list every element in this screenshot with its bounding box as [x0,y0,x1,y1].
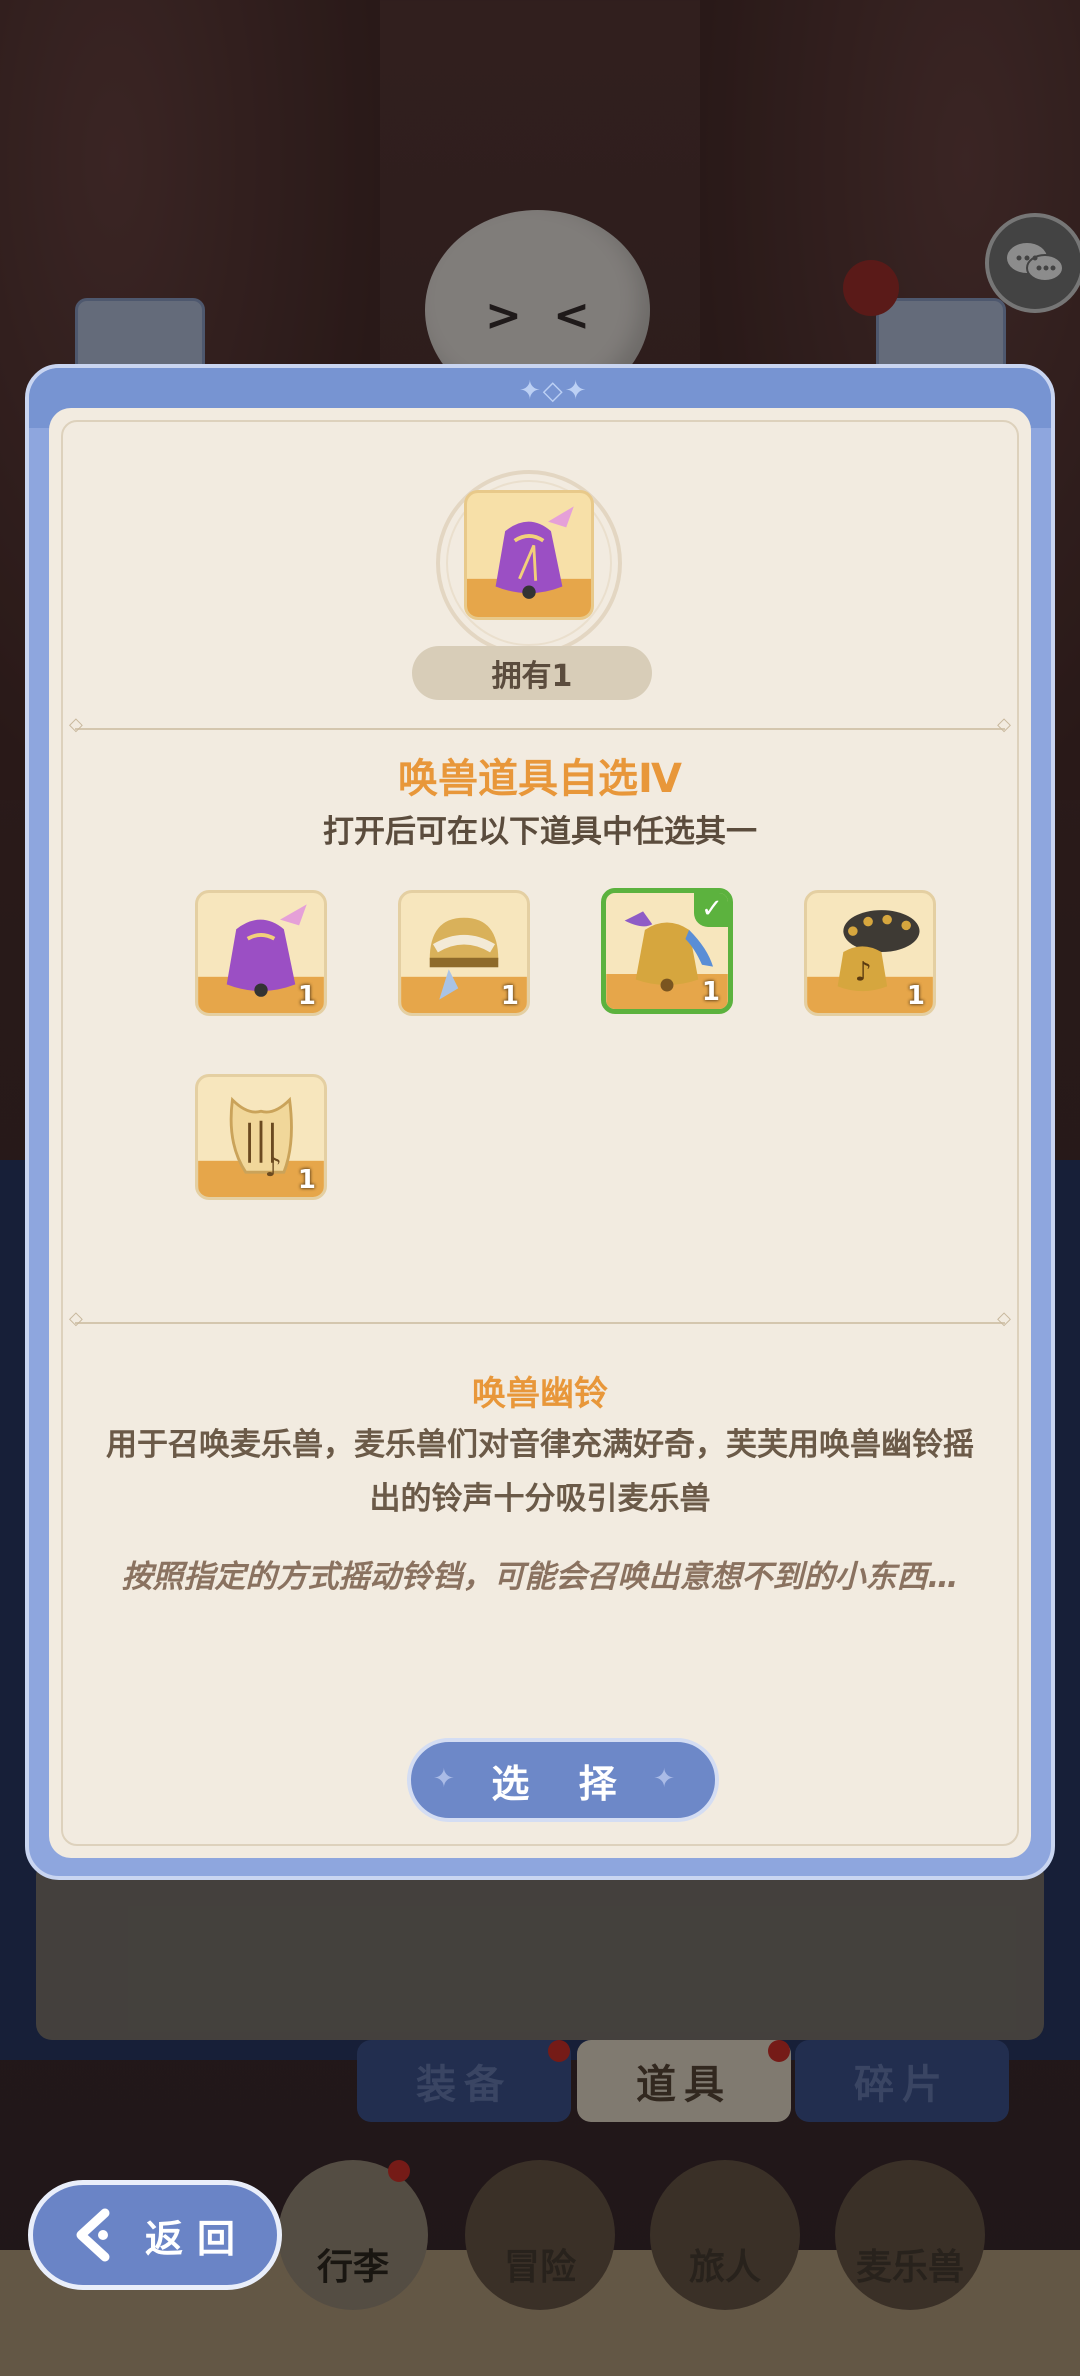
back-arrow-icon [76,2208,110,2262]
option-count: 1 [500,981,519,1011]
sparkle-icon: ✦ [433,1764,473,1794]
select-button[interactable]: ✦ 选 择 ✦ [407,1738,719,1822]
back-button[interactable]: 返回 [28,2180,282,2290]
svg-text:♪: ♪ [265,1152,282,1183]
item-flavor-text: 按照指定的方式摇动铃铛，可能会召唤出意想不到的小东西… [121,1559,959,1595]
dialog-subtitle: 打开后可在以下道具中任选其一 [323,814,757,850]
dialog-body: 拥有1 唤兽道具自选Ⅳ 打开后可在以下道具中任选其一 1 [49,408,1031,1858]
divider [69,1308,1011,1329]
dialog-title: 唤兽道具自选Ⅳ [398,756,682,802]
option-count: 1 [701,977,720,1007]
divider [69,714,1011,735]
sparkle-ornament-icon: ✦◇✦ [519,376,589,406]
item-description: 用于召唤麦乐兽，麦乐兽们对音律充满好奇，芙芙用唤兽幽铃摇出的铃声十分吸引麦乐兽 [106,1427,974,1517]
selected-item-name: 唤兽幽铃 [472,1374,608,1414]
back-button-label: 返回 [145,2216,250,2261]
option-count: 1 [297,1165,316,1195]
item-choice-dialog: ✦◇✦ 拥有1 唤兽道具自选Ⅳ 打开后可在以下道具中任选其一 [25,364,1055,1880]
option-purple-bell[interactable]: 1 [195,890,327,1016]
option-count: 1 [297,981,316,1011]
option-ribbon-bell[interactable]: ✓ 1 [601,888,733,1014]
sparkle-icon: ✦ [653,1764,693,1794]
option-count: 1 [906,981,925,1011]
owned-count-badge: 拥有1 [412,646,652,700]
selected-check-icon: ✓ [694,893,728,927]
purple-bell-icon [464,490,594,620]
option-lyre[interactable]: ♪ 1 [195,1074,327,1200]
owned-count-label: 拥有1 [491,659,573,694]
option-tambourine-bell[interactable]: ♪ 1 [804,890,936,1016]
svg-text:♪: ♪ [855,957,872,988]
option-golden-helmet-bell[interactable]: 1 [398,890,530,1016]
select-button-label: 选 择 [491,1761,635,1806]
